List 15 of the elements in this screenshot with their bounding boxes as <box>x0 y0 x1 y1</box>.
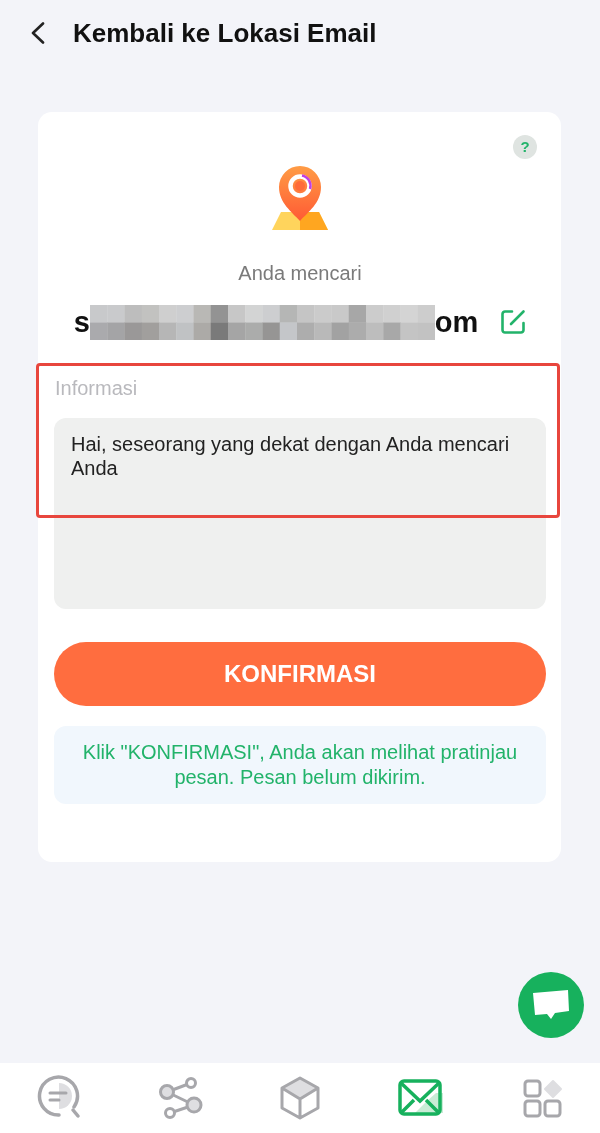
email-end-text: om <box>434 305 479 340</box>
edit-button[interactable] <box>500 309 527 335</box>
chat-bubble-icon <box>532 990 570 1020</box>
edit-icon <box>500 309 527 335</box>
preview-note: Klik "KONFIRMASI", Anda akan melihat pratinjau pesan. Pesan belum dikirim. <box>54 726 546 804</box>
help-button[interactable]: ? <box>513 135 537 159</box>
info-label: Informasi <box>54 377 139 399</box>
confirm-button[interactable]: KONFIRMASI <box>54 642 546 706</box>
message-field[interactable]: Hai, seseorang yang dekat dengan Anda mencari Anda <box>54 418 546 609</box>
back-icon <box>30 22 45 44</box>
map-pin-icon <box>272 165 328 231</box>
email-start-text: s <box>73 305 90 340</box>
page-title: Kembali ke Lokasi Email <box>73 17 377 49</box>
back-button[interactable] <box>30 22 45 44</box>
searching-label: Anda mencari <box>237 261 363 285</box>
